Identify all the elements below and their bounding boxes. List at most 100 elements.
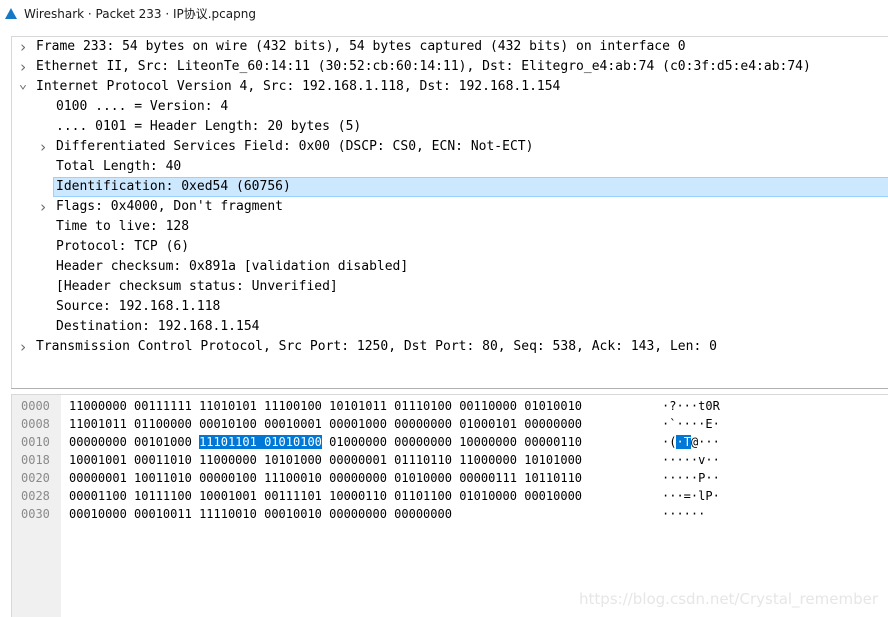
chevron-right-icon[interactable]: ›: [37, 197, 49, 217]
byte-bits[interactable]: 00101000: [134, 435, 192, 449]
hex-row[interactable]: 0030 00010000 00010011 11110010 00010010 …: [12, 505, 888, 523]
byte-bits[interactable]: 11010101: [199, 399, 257, 413]
tree-row[interactable]: › Differentiated Services Field: 0x00 (DS…: [12, 137, 888, 157]
byte-bits[interactable]: 01010010: [524, 399, 582, 413]
chevron-right-icon[interactable]: ›: [17, 37, 29, 57]
byte-bits[interactable]: 01101100: [394, 489, 452, 503]
byte-bits[interactable]: 11100010: [264, 471, 322, 485]
hex-bytes[interactable]: 11001011 01100000 00010100 00010001 0000…: [69, 415, 582, 433]
byte-bits[interactable]: 10011010: [134, 471, 192, 485]
hex-row[interactable]: 0008 11001011 01100000 00010100 00010001 …: [12, 415, 888, 433]
byte-bits[interactable]: 00000100: [199, 471, 257, 485]
hex-row[interactable]: 0028 00001100 10111100 10001001 00111101 …: [12, 487, 888, 505]
chevron-down-icon[interactable]: ⌄: [17, 77, 29, 97]
byte-bits[interactable]: 10111100: [134, 489, 192, 503]
chevron-right-icon[interactable]: ›: [17, 57, 29, 77]
byte-bits[interactable]: 00010000: [524, 489, 582, 503]
byte-bits[interactable]: 00111101: [264, 489, 322, 503]
tree-row[interactable]: › Ethernet II, Src: LiteonTe_60:14:11 (30…: [12, 57, 888, 77]
tree-row[interactable]: › Transmission Control Protocol, Src Port…: [12, 337, 888, 357]
byte-bits[interactable]: 01000101: [459, 417, 517, 431]
hex-bytes[interactable]: 00000000 00101000 11101101 01010100 0100…: [69, 433, 582, 451]
byte-bits[interactable]: 10101011: [329, 399, 387, 413]
byte-bits[interactable]: 11000000: [69, 399, 127, 413]
byte-bits[interactable]: 10000000: [459, 435, 517, 449]
hex-ascii[interactable]: ·(·T@···: [662, 433, 720, 451]
byte-bits[interactable]: 00011010: [134, 453, 192, 467]
hex-bytes[interactable]: 11000000 00111111 11010101 11100100 1010…: [69, 397, 582, 415]
hex-row[interactable]: 0010 00000000 00101000 11101101 01010100 …: [12, 433, 888, 451]
byte-bits[interactable]: 00000111: [459, 471, 517, 485]
chevron-right-icon[interactable]: ›: [17, 337, 29, 357]
hex-ascii[interactable]: ·····P··: [662, 469, 720, 487]
tree-row[interactable]: Total Length: 40: [12, 157, 888, 177]
byte-bits[interactable]: 00010100: [199, 417, 257, 431]
byte-bits[interactable]: 00000000: [394, 435, 452, 449]
byte-bits[interactable]: 00010000: [69, 507, 127, 521]
hex-bytes[interactable]: 10001001 00011010 11000000 10101000 0000…: [69, 451, 582, 469]
byte-bits[interactable]: 10110110: [524, 471, 582, 485]
byte-bits[interactable]: 00111111: [134, 399, 192, 413]
hex-ascii[interactable]: ·····v··: [662, 451, 720, 469]
byte-bits[interactable]: 00010010: [264, 507, 322, 521]
packet-details-tree[interactable]: › Frame 233: 54 bytes on wire (432 bits),…: [11, 36, 888, 389]
hex-ascii[interactable]: ······: [662, 505, 705, 523]
byte-bits[interactable]: 01010100: [264, 435, 322, 449]
byte-bits[interactable]: 00001000: [329, 417, 387, 431]
tree-row[interactable]: [Header checksum status: Unverified]: [12, 277, 888, 297]
hex-bytes[interactable]: 00000001 10011010 00000100 11100010 0000…: [69, 469, 582, 487]
tree-row[interactable]: ⌄ Internet Protocol Version 4, Src: 192.1…: [12, 77, 888, 97]
byte-bits[interactable]: 01100000: [134, 417, 192, 431]
byte-bits[interactable]: 11000000: [199, 453, 257, 467]
byte-bits[interactable]: 00001100: [69, 489, 127, 503]
packet-bytes-pane[interactable]: 0000 11000000 00111111 11010101 11100100 …: [11, 394, 888, 617]
byte-bits[interactable]: 00010001: [264, 417, 322, 431]
hex-ascii[interactable]: ·?···t0R: [662, 397, 720, 415]
tree-row[interactable]: › Frame 233: 54 bytes on wire (432 bits),…: [12, 37, 888, 57]
byte-bits[interactable]: 00000000: [394, 507, 452, 521]
tree-row[interactable]: Identification: 0xed54 (60756): [12, 177, 888, 197]
byte-bits[interactable]: 01010000: [459, 489, 517, 503]
tree-row[interactable]: Header checksum: 0x891a [validation disa…: [12, 257, 888, 277]
byte-bits[interactable]: 00000000: [329, 471, 387, 485]
tree-row[interactable]: Source: 192.168.1.118: [12, 297, 888, 317]
byte-bits[interactable]: 00000110: [524, 435, 582, 449]
hex-row[interactable]: 0018 10001001 00011010 11000000 10101000 …: [12, 451, 888, 469]
byte-bits[interactable]: 00000000: [69, 435, 127, 449]
hex-row[interactable]: 0020 00000001 10011010 00000100 11100010 …: [12, 469, 888, 487]
tree-row[interactable]: 0100 .... = Version: 4: [12, 97, 888, 117]
byte-bits[interactable]: 01110100: [394, 399, 452, 413]
tree-row[interactable]: Destination: 192.168.1.154: [12, 317, 888, 337]
tree-row[interactable]: Time to live: 128: [12, 217, 888, 237]
hex-bytes[interactable]: 00010000 00010011 11110010 00010010 0000…: [69, 505, 452, 523]
byte-bits[interactable]: 11101101: [199, 435, 257, 449]
byte-bits[interactable]: 10000110: [329, 489, 387, 503]
byte-bits[interactable]: 00110000: [459, 399, 517, 413]
pane-splitter[interactable]: [11, 388, 888, 389]
byte-bits[interactable]: 01110110: [394, 453, 452, 467]
chevron-right-icon[interactable]: ›: [37, 137, 49, 157]
hex-ascii[interactable]: ···=·lP·: [662, 487, 720, 505]
byte-bits[interactable]: 10101000: [524, 453, 582, 467]
hex-row[interactable]: 0000 11000000 00111111 11010101 11100100 …: [12, 397, 888, 415]
byte-bits[interactable]: 00000000: [394, 417, 452, 431]
byte-bits[interactable]: 11110010: [199, 507, 257, 521]
tree-row[interactable]: › Flags: 0x4000, Don't fragment: [12, 197, 888, 217]
byte-bits[interactable]: 01010000: [394, 471, 452, 485]
byte-bits[interactable]: 00000000: [524, 417, 582, 431]
hex-ascii[interactable]: ·`····E·: [662, 415, 720, 433]
byte-bits[interactable]: 11100100: [264, 399, 322, 413]
tree-row[interactable]: .... 0101 = Header Length: 20 bytes (5): [12, 117, 888, 137]
byte-bits[interactable]: 10001001: [199, 489, 257, 503]
byte-bits[interactable]: 11001011: [69, 417, 127, 431]
hex-bytes[interactable]: 00001100 10111100 10001001 00111101 1000…: [69, 487, 582, 505]
tree-row[interactable]: Protocol: TCP (6): [12, 237, 888, 257]
byte-bits[interactable]: 00000001: [69, 471, 127, 485]
byte-bits[interactable]: 00000000: [329, 507, 387, 521]
byte-bits[interactable]: 10101000: [264, 453, 322, 467]
byte-bits[interactable]: 01000000: [329, 435, 387, 449]
byte-bits[interactable]: 11000000: [459, 453, 517, 467]
byte-bits[interactable]: 00010011: [134, 507, 192, 521]
byte-bits[interactable]: 00000001: [329, 453, 387, 467]
byte-bits[interactable]: 10001001: [69, 453, 127, 467]
